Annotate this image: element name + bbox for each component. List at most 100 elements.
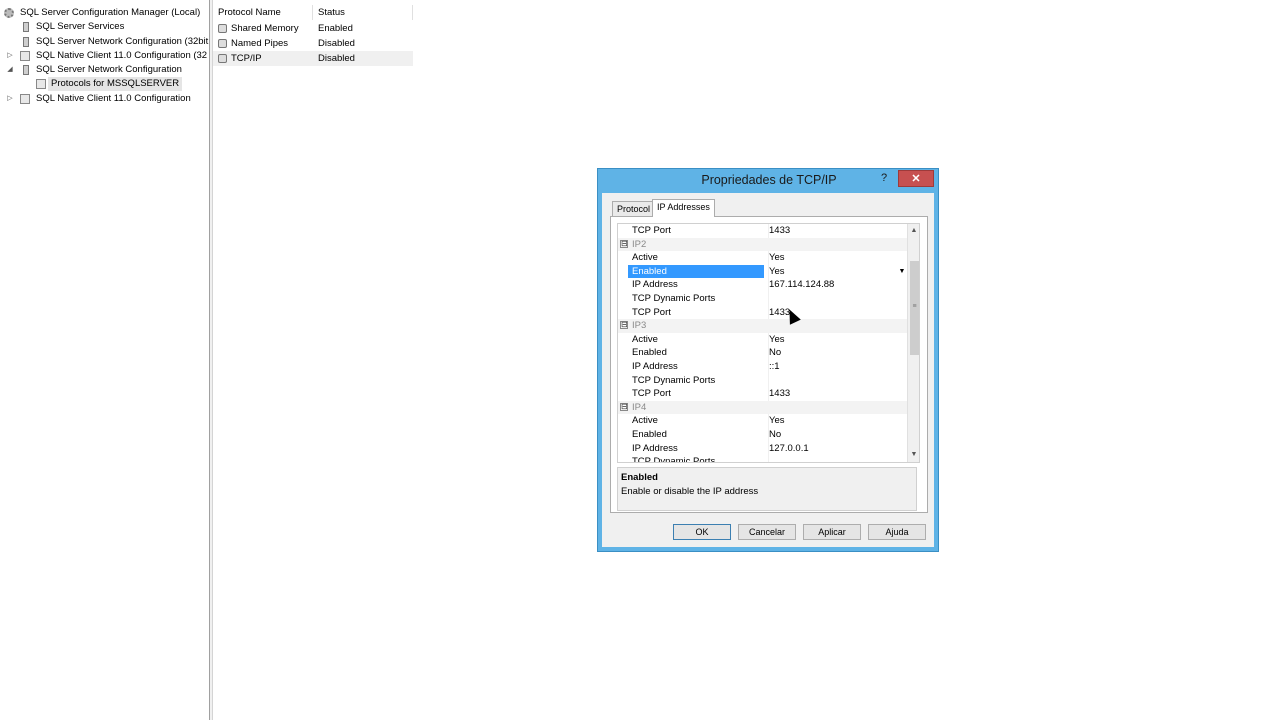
property-name: IP3 [632,320,647,332]
property-value[interactable]: Yes [768,332,908,347]
tree-node-label: SQL Native Client 11.0 Configuration [36,93,191,104]
property-name: TCP Dynamic Ports [632,374,716,386]
help-icon[interactable]: ? [873,170,895,187]
protocol-status: Enabled [318,23,353,34]
property-grid[interactable]: TCP Port 1433 ⊟ IP2 Active Yes Enabled Yes ▼ IP A… [617,223,920,463]
property-value[interactable]: Yes [768,264,908,279]
column-header-status[interactable]: Status [313,5,413,20]
property-category[interactable]: ⊟ IP2 [618,237,908,252]
tab-ip-addresses[interactable]: IP Addresses [652,199,715,217]
property-name: TCP Dynamic Ports [632,456,716,463]
property-value[interactable] [768,455,908,462]
property-name: TCP Port [632,388,671,400]
property-value[interactable]: 167.114.124.88 [768,278,908,292]
property-row[interactable]: IP Address::1 [618,360,908,374]
property-value[interactable]: 127.0.0.1 [768,441,908,456]
config-manager-icon [4,8,14,18]
property-row[interactable]: TCP Port 1433 [618,305,908,320]
service-icon [23,22,29,32]
description-text: Enable or disable the IP address [621,486,759,497]
tree-pane: SQL Server Configuration Manager (Local)… [0,0,209,720]
property-row[interactable]: Enabled No [618,428,908,442]
property-name: Enabled [632,347,667,359]
apply-button[interactable]: Aplicar [803,524,861,540]
client-icon [20,51,30,61]
network-icon [23,37,29,47]
property-category[interactable]: ⊟ IP3 [618,319,908,333]
property-name: IP4 [632,401,647,413]
tree-node-label: SQL Server Network Configuration [36,64,182,75]
tree-node-label: SQL Server Configuration Manager (Local) [20,7,201,18]
protocol-name: Shared Memory [231,23,299,34]
property-name: TCP Port [632,225,671,236]
property-row[interactable]: TCP Dynamic Ports [618,292,908,306]
property-name: IP Address [632,279,678,291]
scroll-up-icon[interactable]: ▲ [908,225,919,237]
expand-icon[interactable]: ▷ [6,92,14,106]
property-row[interactable]: Enabled No [618,346,908,360]
tree-node-label: Protocols for MSSQLSERVER [48,77,183,91]
property-value[interactable]: No [768,428,908,442]
network-icon [23,65,29,75]
property-value[interactable] [768,292,908,306]
scroll-down-icon[interactable]: ▼ [908,449,919,461]
property-name: TCP Dynamic Ports [632,293,716,304]
scroll-thumb[interactable]: ≡ [910,261,919,355]
property-category[interactable]: ⊟ IP4 [618,400,908,415]
property-row[interactable]: Active Yes [618,251,908,265]
description-panel: Enabled Enable or disable the IP address [617,467,917,511]
property-name: Enabled [632,429,667,440]
tcpip-properties-dialog: Propriedades de TCP/IP ? ✕ Protocol IP A… [597,168,939,552]
protocol-icon [218,39,227,48]
property-row[interactable]: TCP Dynamic Ports [618,373,908,388]
protocols-icon [36,79,46,89]
collapse-icon[interactable]: ⊟ [620,239,628,248]
cancel-button[interactable]: Cancelar [738,524,796,540]
property-name: Active [632,333,658,345]
property-row[interactable]: TCP Port 1433 [618,224,908,238]
property-row[interactable]: TCP Port 1433 [618,387,908,401]
property-name: Enabled [628,264,764,279]
expand-icon[interactable]: ▷ [6,49,14,63]
property-row[interactable]: Enabled Yes ▼ [618,264,908,279]
vertical-scrollbar[interactable]: ▲ ≡ ▼ [907,224,919,462]
property-name: TCP Port [632,306,671,318]
protocol-name: TCP/IP [231,53,262,64]
property-row[interactable]: TCP Dynamic Ports [618,455,908,463]
protocol-status: Disabled [318,53,355,64]
property-row[interactable]: IP Address 167.114.124.88 [618,278,908,292]
grip-icon: ≡ [912,303,917,310]
property-name: Active [632,415,658,427]
protocol-icon [218,24,227,33]
property-value[interactable]: ::1 [768,360,908,374]
property-value[interactable]: No [768,346,908,360]
property-value[interactable] [768,373,908,388]
property-name: IP2 [632,238,647,250]
tree-node-label: SQL Native Client 11.0 Configuration (32 [36,50,208,61]
tab-protocol[interactable]: Protocol [612,201,656,217]
property-name: IP Address [632,442,678,454]
property-name: Active [632,252,658,264]
ok-button[interactable]: OK [673,524,731,540]
collapse-icon[interactable]: ⊟ [620,402,628,411]
property-value[interactable]: Yes [768,414,908,428]
collapse-icon[interactable]: ⊟ [620,321,628,330]
property-value[interactable]: 1433 [768,387,908,401]
list-row-shared-memory[interactable]: Shared Memory Enabled [213,21,413,36]
property-row[interactable]: IP Address 127.0.0.1 [618,441,908,456]
list-row-tcp-ip[interactable]: TCP/IP Disabled [213,51,413,66]
list-row-named-pipes[interactable]: Named Pipes Disabled [213,36,413,51]
protocol-icon [218,54,227,63]
collapse-icon[interactable]: ◢ [6,63,14,77]
property-name: IP Address [632,361,678,372]
property-row[interactable]: Active Yes [618,414,908,428]
close-icon[interactable]: ✕ [898,170,934,187]
help-button[interactable]: Ajuda [868,524,926,540]
property-row[interactable]: Active Yes [618,332,908,347]
protocol-status: Disabled [318,38,355,49]
property-value[interactable]: Yes [768,251,908,265]
dialog-client-area: Protocol IP Addresses TCP Port 1433 ⊟ IP2 Ac… [602,193,934,547]
tree-node-label: SQL Server Network Configuration (32bit [36,36,209,47]
column-header-protocol-name[interactable]: Protocol Name [213,5,313,20]
property-value[interactable]: 1433 [768,224,908,238]
